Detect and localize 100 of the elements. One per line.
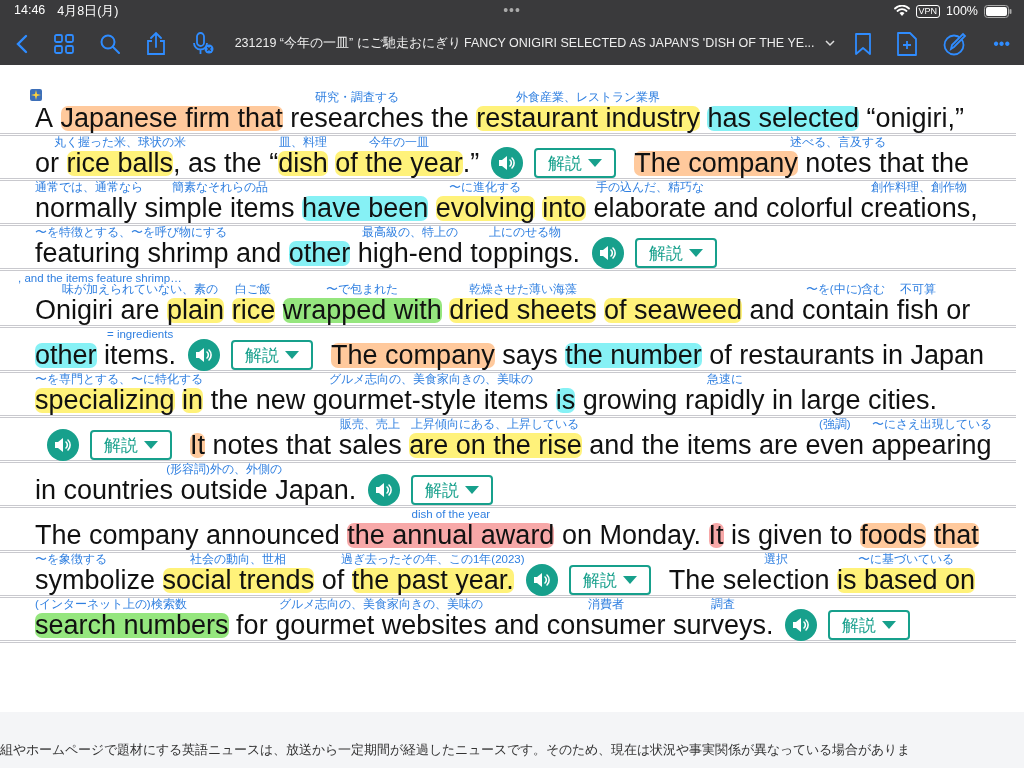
- chevron-down-icon[interactable]: [824, 40, 835, 47]
- passage-text: simple items: [144, 196, 295, 221]
- highlighted-text: are on the rise: [409, 433, 582, 458]
- gloss-note: 〜に基づいている: [858, 553, 954, 565]
- back-icon[interactable]: [16, 33, 28, 54]
- gloss-note: dish of the year: [411, 508, 491, 520]
- add-page-icon[interactable]: [897, 31, 918, 56]
- disclaimer-text: 組やホームページで題材にする英語ニュースは、放送から一定期間が経過したニュースです。そのため、現在は状況や事実関係が異なっている場合がありま: [0, 742, 911, 759]
- highlighted-text: other: [288, 241, 351, 266]
- gloss-note: 過ぎ去ったその年、この1年(2023): [340, 553, 525, 565]
- highlighted-text: of seaweed: [603, 298, 742, 323]
- battery-icon: [984, 4, 1012, 18]
- explanation-dropdown[interactable]: 解説: [634, 238, 717, 268]
- search-icon[interactable]: [100, 33, 120, 54]
- highlighted-text: of the year: [335, 151, 463, 176]
- passage-text: fish: [896, 298, 939, 323]
- passage-text: says: [502, 343, 558, 368]
- explanation-dropdown[interactable]: 解説: [534, 148, 617, 178]
- gloss-note: 丸く握った米、球状の米: [53, 136, 186, 148]
- battery-percent: 100%: [946, 4, 978, 18]
- gloss-note: 味が加えられていない、素の: [62, 283, 219, 295]
- passage-text: high-end: [357, 241, 463, 266]
- gloss-note: 乾燥させた薄い海藻: [468, 283, 577, 295]
- highlighted-text: is based on: [836, 568, 976, 593]
- highlighted-text: It: [708, 523, 724, 548]
- microphone-icon[interactable]: [192, 31, 214, 56]
- passage-text: the: [431, 106, 469, 131]
- highlighted-text: It: [190, 433, 205, 458]
- highlighted-text: evolving: [435, 196, 535, 221]
- speaker-button[interactable]: [368, 474, 401, 506]
- highlighted-text: rice: [231, 298, 276, 323]
- speaker-button[interactable]: [591, 237, 624, 269]
- passage-text: that the: [878, 151, 969, 176]
- multitask-dots[interactable]: •••: [503, 2, 521, 18]
- passage-text: gourmet-style items: [312, 388, 549, 413]
- grid-icon[interactable]: [54, 33, 74, 54]
- share-icon[interactable]: [146, 31, 166, 56]
- passage-text: gourmet websites: [275, 613, 487, 638]
- gloss-note: 〜を特徴とする、〜を呼び物にする: [35, 226, 227, 238]
- gloss-note: 上にのせる物: [489, 226, 562, 238]
- passage-text: shrimp and: [147, 241, 282, 266]
- caret-icon: [465, 486, 480, 494]
- status-date: 4月8日(月): [57, 2, 119, 20]
- gloss-note: 調査: [711, 598, 736, 610]
- explanation-dropdown[interactable]: 解説: [90, 430, 172, 460]
- highlighted-text: other: [35, 343, 97, 368]
- sparkle-icon: [30, 89, 42, 101]
- passage-text: even: [805, 433, 864, 458]
- gloss-note: グルメ志向の、美食家向きの、美味の: [328, 373, 533, 385]
- gloss-note: 〜で包まれた: [326, 283, 399, 295]
- passage-text: researches: [290, 106, 424, 131]
- more-button[interactable]: •••: [993, 34, 1010, 53]
- speaker-icon: [195, 347, 214, 363]
- gloss-note: 皿、料理: [278, 136, 327, 148]
- caret-icon: [285, 351, 300, 359]
- highlighted-text: Japanese firm that: [60, 106, 283, 131]
- speaker-icon: [54, 437, 72, 453]
- explanation-dropdown[interactable]: 解説: [411, 475, 494, 505]
- passage-text: consumer: [546, 613, 666, 638]
- passage-text: or: [946, 298, 971, 323]
- passage-text: featuring: [35, 241, 141, 266]
- gloss-note: = ingredients: [107, 328, 174, 340]
- passage-text: elaborate: [593, 196, 706, 221]
- speaker-icon: [498, 155, 517, 171]
- gloss-note: 創作料理、創作物: [871, 181, 968, 193]
- highlighted-text: foods: [860, 523, 927, 548]
- gloss-note: 消費者: [588, 598, 625, 610]
- passage-text: Onigiri: [35, 298, 114, 323]
- passage-text: rapidly: [684, 388, 765, 413]
- speaker-button[interactable]: [785, 609, 818, 641]
- highlighted-text: specializing: [35, 388, 175, 413]
- explanation-dropdown[interactable]: 解説: [828, 610, 911, 640]
- passage-text: in countries: [35, 478, 174, 503]
- passage-text: notes that: [212, 433, 332, 458]
- speaker-button[interactable]: [525, 564, 558, 596]
- explanation-dropdown[interactable]: 解説: [568, 565, 651, 595]
- speaker-button[interactable]: [47, 429, 79, 461]
- gloss-note: 急速に: [706, 373, 743, 385]
- passage-text: items.: [104, 343, 177, 368]
- caret-icon: [882, 621, 897, 629]
- gloss-note: 研究・調査する: [314, 91, 399, 103]
- passage-text: growing: [582, 388, 678, 413]
- speaker-button[interactable]: [188, 339, 221, 371]
- bookmark-icon[interactable]: [855, 32, 872, 55]
- highlighted-text: plain: [167, 298, 225, 323]
- passage-text: Japan.: [275, 478, 357, 503]
- gloss-note: (形容詞)外の、外側の: [166, 463, 282, 475]
- explanation-dropdown[interactable]: 解説: [231, 340, 314, 370]
- passage-text: selection: [722, 568, 830, 593]
- gloss-note: 〜を専門とする、〜に特化する: [35, 373, 203, 385]
- gloss-note: 白ご飯: [235, 283, 272, 295]
- status-time: 14:46: [14, 2, 46, 19]
- caret-icon: [688, 249, 703, 257]
- caret-icon: [588, 159, 603, 167]
- passage-text: normally: [35, 196, 138, 221]
- gloss-note: (強調): [818, 418, 851, 430]
- passage-text: The: [668, 568, 716, 593]
- pen-circle-icon[interactable]: [943, 31, 968, 56]
- speaker-button[interactable]: [491, 147, 524, 179]
- document-title[interactable]: 231219 “今年の一皿” にご馳走おにぎり FANCY ONIGIRI SELECTED AS JAPAN'S 'DISH OF THE YE...: [234, 35, 815, 52]
